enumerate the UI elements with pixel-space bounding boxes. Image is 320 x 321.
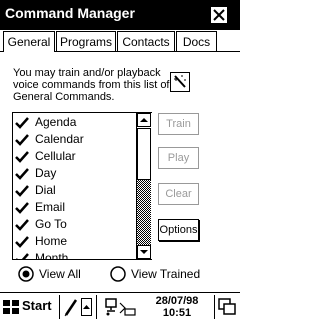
checkmark-icon	[15, 202, 29, 214]
command-label: Month	[35, 251, 69, 260]
checkmark-icon	[15, 134, 29, 146]
list-item[interactable]: Dial	[15, 182, 133, 199]
tab-contacts[interactable]: Contacts	[117, 31, 175, 51]
command-label: Go To	[35, 217, 67, 231]
scroll-thumb[interactable]	[137, 128, 151, 180]
window-title: Command Manager	[5, 5, 135, 21]
checkmark-icon	[15, 236, 29, 248]
taskbar: Start 28/07/98 10:51	[0, 292, 240, 321]
view-trained-label: View Trained	[131, 267, 201, 281]
date-text: 28/07/98	[155, 295, 199, 307]
tab-general[interactable]: General	[3, 31, 55, 52]
description-text: You may train and/or playback voice comm…	[13, 67, 173, 103]
arrow-up-icon	[83, 305, 90, 309]
start-label: Start	[22, 298, 52, 313]
checkmark-icon	[15, 168, 29, 180]
list-item[interactable]: Day	[15, 165, 133, 182]
pen-icon	[64, 299, 78, 317]
list-item[interactable]: Email	[15, 199, 133, 216]
checkmark-icon	[15, 185, 29, 197]
voice-train-button[interactable]	[170, 72, 190, 92]
taskbar-divider	[59, 295, 60, 319]
checkmark-icon	[15, 117, 29, 129]
command-label: Email	[35, 200, 66, 214]
arrow-down-icon	[140, 250, 148, 254]
scroll-track[interactable]	[137, 180, 151, 245]
command-label: Day	[35, 166, 57, 180]
clear-button[interactable]: Clear	[158, 183, 199, 205]
command-label: Calendar	[35, 132, 84, 146]
checkmark-icon	[15, 219, 29, 231]
close-button[interactable]	[210, 6, 228, 24]
input-method-arrow[interactable]	[81, 298, 92, 316]
radio-selected-icon	[18, 266, 34, 282]
input-method-button[interactable]	[63, 297, 79, 317]
list-item[interactable]: Agenda	[15, 114, 133, 131]
list-item[interactable]: Month	[15, 250, 133, 260]
taskbar-divider	[96, 295, 97, 319]
desktop-windows-icon	[218, 298, 236, 315]
windows-flag-icon	[3, 300, 19, 314]
checkmark-icon	[16, 253, 29, 259]
command-label: Home	[35, 234, 68, 248]
description-line: voice commands from this list of	[13, 79, 170, 91]
radio-empty-icon	[110, 266, 126, 282]
train-button[interactable]: Train	[158, 113, 199, 135]
scroll-up-button[interactable]	[137, 113, 151, 127]
wand-icon	[174, 75, 186, 88]
start-button[interactable]: Start	[2, 297, 57, 317]
arrow-up-icon	[140, 118, 148, 122]
close-icon	[213, 9, 225, 21]
clock[interactable]: 28/07/98 10:51	[146, 295, 208, 319]
options-button[interactable]: Options	[158, 219, 199, 241]
checkmark-icon	[15, 151, 29, 163]
tray-icons	[105, 298, 136, 316]
desktop-button[interactable]	[217, 297, 237, 317]
scroll-down-button[interactable]	[137, 245, 151, 259]
description-line: You may train and/or playback	[13, 67, 161, 79]
list-item[interactable]: Cellular	[15, 148, 133, 165]
tab-programs[interactable]: Programs	[56, 31, 116, 51]
command-list[interactable]: Agenda Calendar Cellular Day Dial Email …	[12, 112, 152, 260]
command-label: Dial	[35, 183, 56, 197]
list-item[interactable]: Go To	[15, 216, 133, 233]
play-button[interactable]: Play	[158, 147, 199, 169]
view-all-label: View All	[39, 267, 81, 281]
time-text: 10:51	[162, 307, 192, 319]
list-item[interactable]: Home	[15, 233, 133, 250]
command-label: Cellular	[35, 149, 76, 163]
taskbar-divider	[214, 295, 215, 319]
notification-icons[interactable]	[103, 297, 143, 317]
list-scrollbar[interactable]	[136, 113, 152, 259]
tab-docs[interactable]: Docs	[176, 31, 217, 51]
list-item[interactable]: Calendar	[15, 131, 133, 148]
description-line: General Commands.	[13, 91, 115, 103]
command-label: Agenda	[35, 115, 77, 129]
